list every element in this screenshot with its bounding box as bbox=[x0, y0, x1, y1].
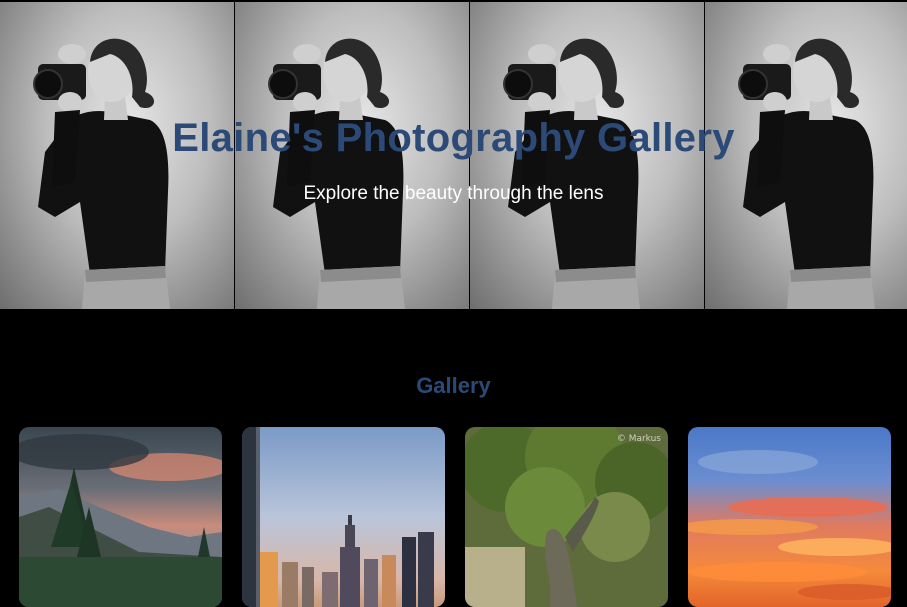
gallery-item-fiery-sunset[interactable] bbox=[688, 427, 891, 607]
gallery-heading: Gallery bbox=[416, 373, 491, 398]
svg-text:© Markus: © Markus bbox=[617, 434, 661, 444]
hero-banner: Elaine's Photography Gallery Explore the… bbox=[0, 2, 907, 311]
hero-subtitle: Explore the beauty through the lens bbox=[303, 183, 604, 204]
gallery-item-mountain-forest[interactable] bbox=[19, 427, 222, 607]
hero-text-overlay: Elaine's Photography Gallery Explore the… bbox=[0, 2, 907, 311]
gallery-item-old-tree[interactable]: © Markus bbox=[465, 427, 668, 607]
gallery-item-city-skyline[interactable] bbox=[242, 427, 445, 607]
old-tree-photo: © Markus bbox=[465, 427, 668, 607]
fiery-sunset-sky-photo bbox=[688, 427, 891, 607]
mountain-forest-sunset-photo bbox=[19, 427, 222, 607]
city-skyline-photo bbox=[242, 427, 445, 607]
page-title: Elaine's Photography Gallery bbox=[172, 116, 735, 160]
